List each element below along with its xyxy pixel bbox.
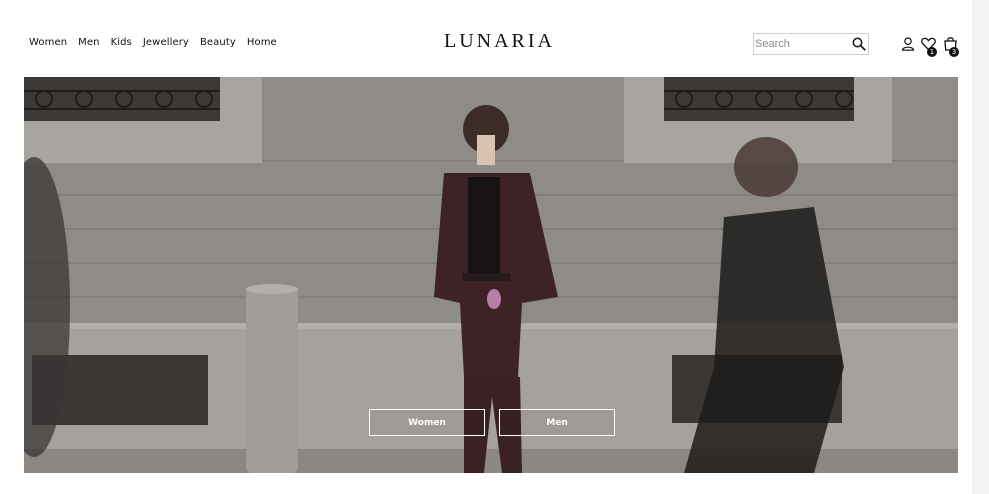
user-icon[interactable] (901, 37, 915, 51)
nav-item-home[interactable]: Home (247, 37, 277, 48)
page-scrollbar[interactable] (972, 0, 989, 494)
nav-item-jewellery[interactable]: Jewellery (143, 37, 189, 48)
search-box (753, 33, 869, 55)
bag-count-badge: 3 (949, 47, 959, 57)
search-input[interactable] (754, 34, 847, 54)
shop-men-button[interactable]: Men (499, 409, 615, 436)
nav-item-men[interactable]: Men (78, 37, 99, 48)
nav-item-beauty[interactable]: Beauty (200, 37, 236, 48)
wishlist-count-badge: 1 (927, 47, 937, 57)
brand-logo[interactable]: LUNARIA (444, 30, 555, 53)
site-header: Women Men Kids Jewellery Beauty Home LUN… (0, 0, 972, 78)
nav-item-kids[interactable]: Kids (111, 37, 132, 48)
wishlist-button[interactable]: 1 (921, 37, 941, 59)
shopping-bag-button[interactable]: 3 (943, 36, 963, 59)
hero-banner: Women Men (24, 77, 958, 473)
shop-women-button[interactable]: Women (369, 409, 485, 436)
search-icon[interactable] (852, 37, 866, 51)
main-nav: Women Men Kids Jewellery Beauty Home (29, 37, 277, 48)
hero-image (24, 77, 958, 473)
nav-item-women[interactable]: Women (29, 37, 67, 48)
